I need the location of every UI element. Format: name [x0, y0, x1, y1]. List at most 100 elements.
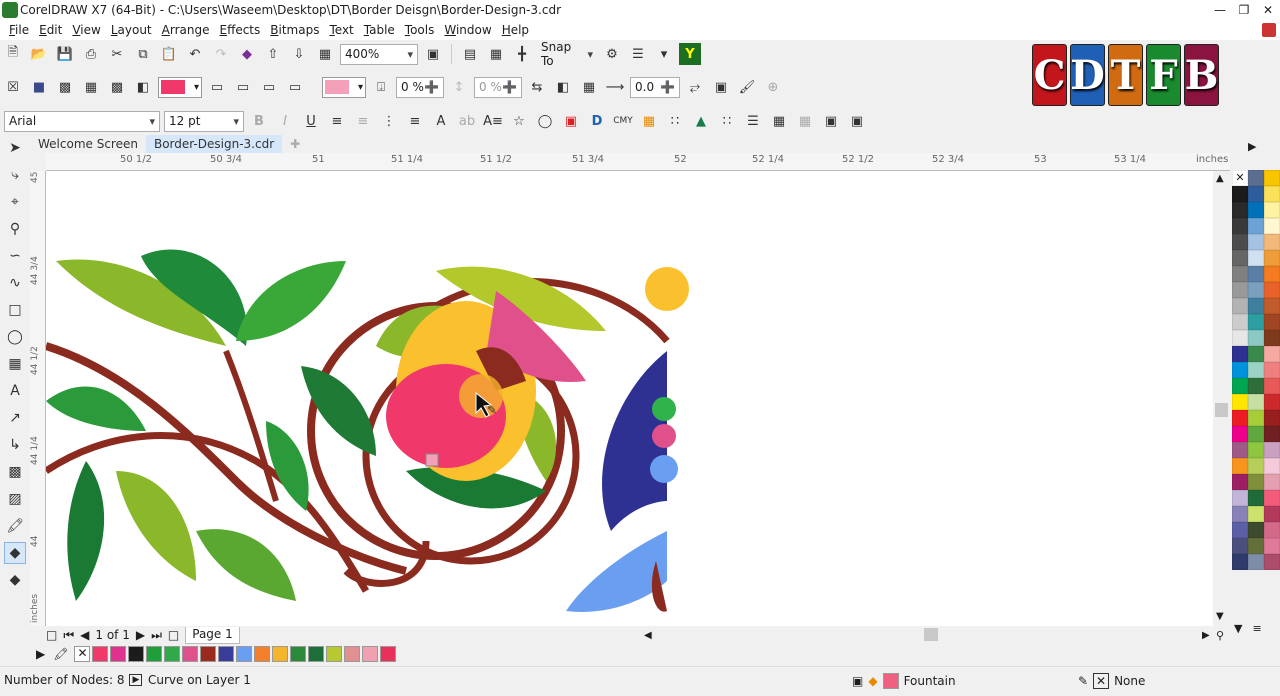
palette-swatch[interactable]: [1248, 490, 1264, 506]
vertical-ruler[interactable]: 45 44 3/4 44 1/2 44 1/4 44 inches: [30, 171, 46, 626]
texture-fill-icon[interactable]: ▩: [106, 76, 128, 98]
bullet-list-icon[interactable]: ≡: [352, 110, 374, 132]
grid-dots-icon[interactable]: ∷: [716, 110, 738, 132]
document-palette-swatch[interactable]: [110, 646, 127, 662]
menu-arrange[interactable]: Arrange: [161, 23, 219, 37]
vertical-scroll-thumb[interactable]: [1215, 403, 1228, 417]
palette-swatch[interactable]: [1248, 458, 1264, 474]
fill-settings-icon[interactable]: ▣: [852, 674, 863, 688]
rectangle-tool-icon[interactable]: □: [4, 299, 26, 321]
palette-swatch[interactable]: [1232, 202, 1248, 218]
document-palette-swatch[interactable]: [164, 646, 181, 662]
palette-swatch[interactable]: [1248, 522, 1264, 538]
artistic-media-tool-icon[interactable]: ∿: [4, 272, 26, 294]
transparency-tool-icon[interactable]: ▨: [4, 488, 26, 510]
fountain-fill-icon[interactable]: ▩: [54, 76, 76, 98]
document-palette-swatch[interactable]: [182, 646, 199, 662]
import-icon[interactable]: ⇧: [262, 43, 284, 65]
linear-fountain-icon[interactable]: ▭: [206, 76, 228, 98]
palette-swatch[interactable]: [1248, 442, 1264, 458]
show-grid-icon[interactable]: ▦: [485, 43, 507, 65]
palette-swatch[interactable]: [1232, 330, 1248, 346]
scroll-up-icon[interactable]: ▲: [1216, 173, 1224, 184]
scroll-down-icon[interactable]: ▼: [1216, 611, 1224, 622]
redo-icon[interactable]: ↷: [210, 43, 232, 65]
palette-swatch[interactable]: [1248, 506, 1264, 522]
document-palette-swatch[interactable]: [218, 646, 235, 662]
palette-swatch[interactable]: [1248, 410, 1264, 426]
palette-swatch[interactable]: [1264, 490, 1280, 506]
rectangular-fountain-icon[interactable]: ▭: [284, 76, 306, 98]
palette-swatch[interactable]: [1248, 234, 1264, 250]
palette-swatch[interactable]: [1264, 474, 1280, 490]
palette-swatch[interactable]: [1232, 394, 1248, 410]
minimize-icon[interactable]: —: [1208, 0, 1232, 20]
palette-swatch[interactable]: [1232, 554, 1248, 570]
free-scale-icon[interactable]: ▣: [710, 76, 732, 98]
parallel-dimension-tool-icon[interactable]: ↗: [4, 407, 26, 429]
copy-fill-icon[interactable]: 🖌: [736, 76, 758, 98]
palette-swatch[interactable]: [1248, 538, 1264, 554]
palette-expand-icon[interactable]: ≡: [1252, 622, 1261, 635]
palette-swatch[interactable]: [1248, 346, 1264, 362]
palette-swatch[interactable]: [1232, 538, 1248, 554]
palette-swatch[interactable]: [1232, 378, 1248, 394]
dots-icon[interactable]: ∷: [664, 110, 686, 132]
palette-swatch[interactable]: [1232, 346, 1248, 362]
font-list[interactable]: Arial: [4, 110, 160, 132]
palette-swatch[interactable]: [1232, 362, 1248, 378]
horizontal-scrollbar[interactable]: ◀ ▶ ⚲: [640, 626, 1232, 644]
document-palette-swatch[interactable]: [236, 646, 253, 662]
palette-swatch[interactable]: [1232, 186, 1248, 202]
palette-swatch[interactable]: [1248, 202, 1264, 218]
fill-color-picker[interactable]: ▾: [158, 76, 202, 98]
palette-swatch[interactable]: [1248, 282, 1264, 298]
palette-swatch[interactable]: [1264, 346, 1280, 362]
zoom-level-select[interactable]: 400%: [340, 43, 418, 65]
camera-icon[interactable]: ▣: [846, 110, 868, 132]
star-icon[interactable]: ☆: [508, 110, 530, 132]
palette-swatch[interactable]: [1264, 378, 1280, 394]
account-icon[interactable]: [1262, 23, 1276, 37]
midpoint-input[interactable]: 0 % ➕: [474, 76, 522, 98]
save-icon[interactable]: 💾: [54, 43, 76, 65]
bold-icon[interactable]: B: [248, 110, 270, 132]
menu-tools[interactable]: Tools: [404, 23, 444, 37]
previous-page-icon[interactable]: ◀: [80, 628, 89, 642]
palette-swatch[interactable]: [1232, 474, 1248, 490]
options-icon[interactable]: ⚙: [601, 43, 623, 65]
palette-swatch[interactable]: [1264, 426, 1280, 442]
distribute-icon[interactable]: ▦: [794, 110, 816, 132]
zoom-tool-icon[interactable]: ⚲: [4, 218, 26, 240]
new-tab-icon[interactable]: ✚: [282, 135, 308, 153]
scroll-right-icon[interactable]: ▶: [1202, 630, 1210, 641]
menu-edit[interactable]: Edit: [38, 23, 71, 37]
layers-icon[interactable]: ☰: [742, 110, 764, 132]
palette-swatch[interactable]: [1264, 362, 1280, 378]
palette-swatch[interactable]: [1248, 426, 1264, 442]
palette-swatch[interactable]: [1232, 282, 1248, 298]
palette-swatch[interactable]: [1264, 266, 1280, 282]
document-palette-swatch[interactable]: [362, 646, 379, 662]
uniform-fill-icon[interactable]: ■: [28, 76, 50, 98]
menu-effects[interactable]: Effects: [218, 23, 269, 37]
menu-window[interactable]: Window: [443, 23, 500, 37]
palette-swatch[interactable]: [1248, 554, 1264, 570]
palette-swatch[interactable]: [1232, 266, 1248, 282]
list-icon[interactable]: ⋮: [378, 110, 400, 132]
drop-shadow-tool-icon[interactable]: ▩: [4, 461, 26, 483]
node-transparency-input[interactable]: 0 % ➕: [396, 76, 444, 98]
interactive-fill-tool-icon[interactable]: ◆: [4, 542, 26, 564]
document-palette-swatch[interactable]: [380, 646, 397, 662]
show-rulers-icon[interactable]: ▤: [459, 43, 481, 65]
palette-swatch[interactable]: [1248, 330, 1264, 346]
reverse-fill-icon[interactable]: ⇆: [526, 76, 548, 98]
palette-swatch[interactable]: [1264, 202, 1280, 218]
doc-palette-arrow-icon[interactable]: ▶: [36, 647, 45, 661]
document-palette-swatch[interactable]: [146, 646, 163, 662]
document-palette-swatch[interactable]: [128, 646, 145, 662]
zoom-navigator-icon[interactable]: ⚲: [1216, 629, 1224, 642]
text-properties-icon[interactable]: A: [430, 110, 452, 132]
palette-swatch[interactable]: ✕: [1232, 170, 1248, 186]
palette-down-icon[interactable]: ▼: [1234, 622, 1242, 635]
